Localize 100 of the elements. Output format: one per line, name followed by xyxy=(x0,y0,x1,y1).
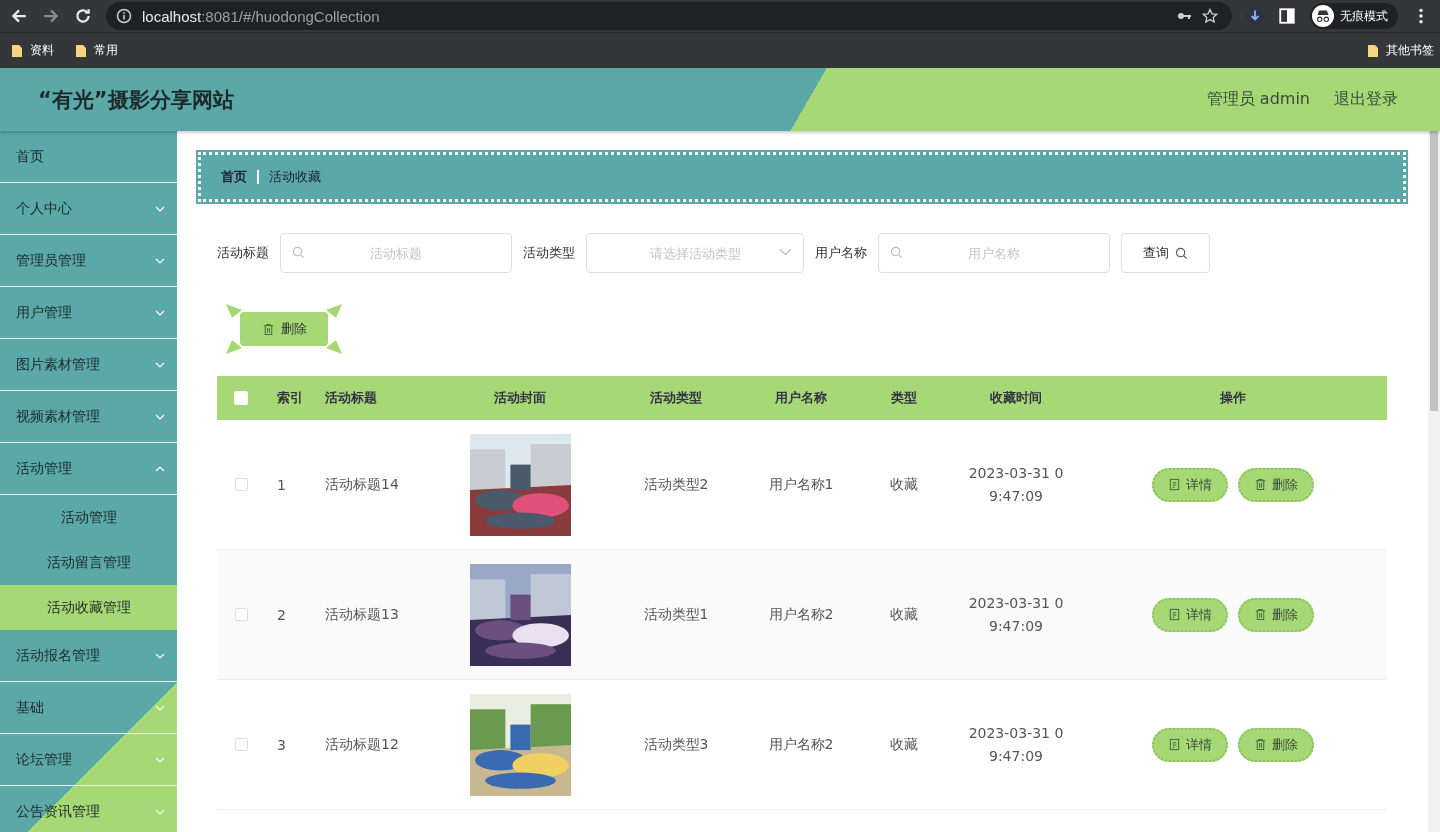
forward-icon[interactable] xyxy=(42,7,60,25)
sidebar-item[interactable]: 管理员管理 xyxy=(0,235,177,287)
chevron-icon xyxy=(155,652,165,659)
filter-label: 活动标题 xyxy=(217,244,269,262)
chevron-icon xyxy=(155,465,165,472)
search-field[interactable]: 用户名称 xyxy=(878,233,1110,273)
breadcrumb-link[interactable]: 首页 xyxy=(221,168,247,186)
table-cell: 活动类型1 xyxy=(643,605,709,624)
folder-icon xyxy=(1368,44,1378,57)
info-icon[interactable] xyxy=(116,8,132,24)
sidebar-item[interactable]: 视频素材管理 xyxy=(0,391,177,443)
corner-decoration-icon xyxy=(326,340,342,354)
table-cell: 活动标题14 xyxy=(325,475,399,494)
table-cell: 1 xyxy=(277,476,286,493)
dropdown-icon xyxy=(779,246,792,259)
trash-icon xyxy=(1254,608,1267,621)
chevron-icon xyxy=(155,257,165,264)
address-bar[interactable]: localhost:8081/#/huodongCollection xyxy=(106,2,1232,30)
table-cell-text: 2023-03-31 0 9:47:09 xyxy=(968,463,1064,506)
logout-link[interactable]: 退出登录 xyxy=(1334,89,1398,110)
star-icon[interactable] xyxy=(1202,8,1218,24)
corner-decoration-icon xyxy=(326,304,342,318)
sidebar-item[interactable]: 首页 xyxy=(0,131,177,183)
filter-label: 活动类型 xyxy=(523,244,575,262)
document-icon xyxy=(1168,738,1181,751)
document-icon xyxy=(1168,608,1181,621)
row-checkbox[interactable] xyxy=(234,738,248,751)
table-cell: 用户名称2 xyxy=(768,605,834,624)
detail-button[interactable]: 详情 xyxy=(1152,597,1228,632)
sidebar-item[interactable]: 用户管理 xyxy=(0,287,177,339)
chevron-icon xyxy=(155,413,165,420)
filter-label: 用户名称 xyxy=(815,244,867,262)
scrollbar[interactable] xyxy=(1428,131,1440,832)
bookmark[interactable]: 资料 xyxy=(12,42,54,59)
trash-icon xyxy=(1254,738,1267,751)
table-cell: 活动标题12 xyxy=(325,735,399,754)
chevron-icon xyxy=(155,756,165,763)
sidebar-item[interactable]: 活动报名管理 xyxy=(0,630,177,682)
column-header: 索引 xyxy=(277,389,303,407)
sidebar-item[interactable]: 公告资讯管理 xyxy=(0,786,177,832)
table-cell: 收藏 xyxy=(890,475,918,494)
back-icon[interactable] xyxy=(10,7,28,25)
url-text: localhost:8081/#/huodongCollection xyxy=(142,7,380,25)
sidebar-icon[interactable] xyxy=(1278,7,1296,25)
corner-decoration-icon xyxy=(226,340,242,354)
download-icon[interactable] xyxy=(1246,7,1264,25)
sidebar-item[interactable]: 图片素材管理 xyxy=(0,339,177,391)
sidebar-item[interactable]: 个人中心 xyxy=(0,183,177,235)
detail-button[interactable]: 详情 xyxy=(1152,467,1228,502)
search-icon xyxy=(890,246,903,259)
sidebar-subitem[interactable]: 活动收藏管理 xyxy=(0,585,177,630)
column-header: 活动标题 xyxy=(325,389,377,407)
document-icon xyxy=(1168,478,1181,491)
reload-icon[interactable] xyxy=(74,7,92,25)
column-header: 活动封面 xyxy=(494,389,546,407)
column-header: 用户名称 xyxy=(775,389,827,407)
column-header: 操作 xyxy=(1220,389,1246,407)
table-cell-text: 2023-03-31 0 9:47:09 xyxy=(968,723,1064,766)
sidebar-subitem[interactable]: 活动管理 xyxy=(0,495,177,540)
table-cell: 3 xyxy=(277,736,286,753)
table-cell: 用户名称1 xyxy=(768,475,834,494)
trash-icon xyxy=(1254,478,1267,491)
detail-button[interactable]: 详情 xyxy=(1152,727,1228,762)
table-cell-text: 2023-03-31 0 9:47:09 xyxy=(968,593,1064,636)
table-cell: 收藏 xyxy=(890,735,918,754)
table-cell: 用户名称2 xyxy=(768,735,834,754)
table-cell: 收藏 xyxy=(890,605,918,624)
column-header: 收藏时间 xyxy=(990,389,1042,407)
sidebar-item[interactable]: 基础 xyxy=(0,682,177,734)
table-cell: 活动类型3 xyxy=(643,735,709,754)
sidebar-subitem[interactable]: 活动留言管理 xyxy=(0,540,177,585)
chevron-icon xyxy=(155,361,165,368)
column-header: 类型 xyxy=(891,389,917,407)
select-all-checkbox[interactable] xyxy=(234,391,248,405)
query-button[interactable]: 查询 xyxy=(1121,233,1210,273)
chevron-icon xyxy=(155,205,165,212)
folder-icon xyxy=(76,44,86,57)
table-cell: 活动类型2 xyxy=(643,475,709,494)
bookmark[interactable]: 其他书签 xyxy=(1368,42,1434,59)
row-checkbox[interactable] xyxy=(234,478,248,491)
breadcrumb-link[interactable]: 活动收藏 xyxy=(269,168,321,186)
admin-label: 管理员 admin xyxy=(1206,89,1310,110)
row-checkbox[interactable] xyxy=(234,608,248,621)
delete-button[interactable]: 删除 xyxy=(1238,727,1314,762)
folder-icon xyxy=(12,44,22,57)
search-icon xyxy=(1175,246,1188,260)
sidebar-item[interactable]: 论坛管理 xyxy=(0,734,177,786)
delete-button[interactable]: 删除 xyxy=(1238,597,1314,632)
delete-button[interactable]: 删除 xyxy=(240,312,328,346)
search-field[interactable]: 活动标题 xyxy=(280,233,512,273)
table-cell: 2 xyxy=(277,606,286,623)
sidebar-item[interactable]: 活动管理 xyxy=(0,443,177,495)
table-cell: 活动标题13 xyxy=(325,605,399,624)
bookmark[interactable]: 常用 xyxy=(76,42,118,59)
column-header: 活动类型 xyxy=(650,389,702,407)
incognito-badge[interactable]: 无痕模式 xyxy=(1310,3,1398,29)
chevron-icon xyxy=(155,309,165,316)
delete-button[interactable]: 删除 xyxy=(1238,467,1314,502)
select-field[interactable]: 请选择活动类型 xyxy=(586,233,804,273)
site-title: “有光”摄影分享网站 xyxy=(38,86,234,114)
